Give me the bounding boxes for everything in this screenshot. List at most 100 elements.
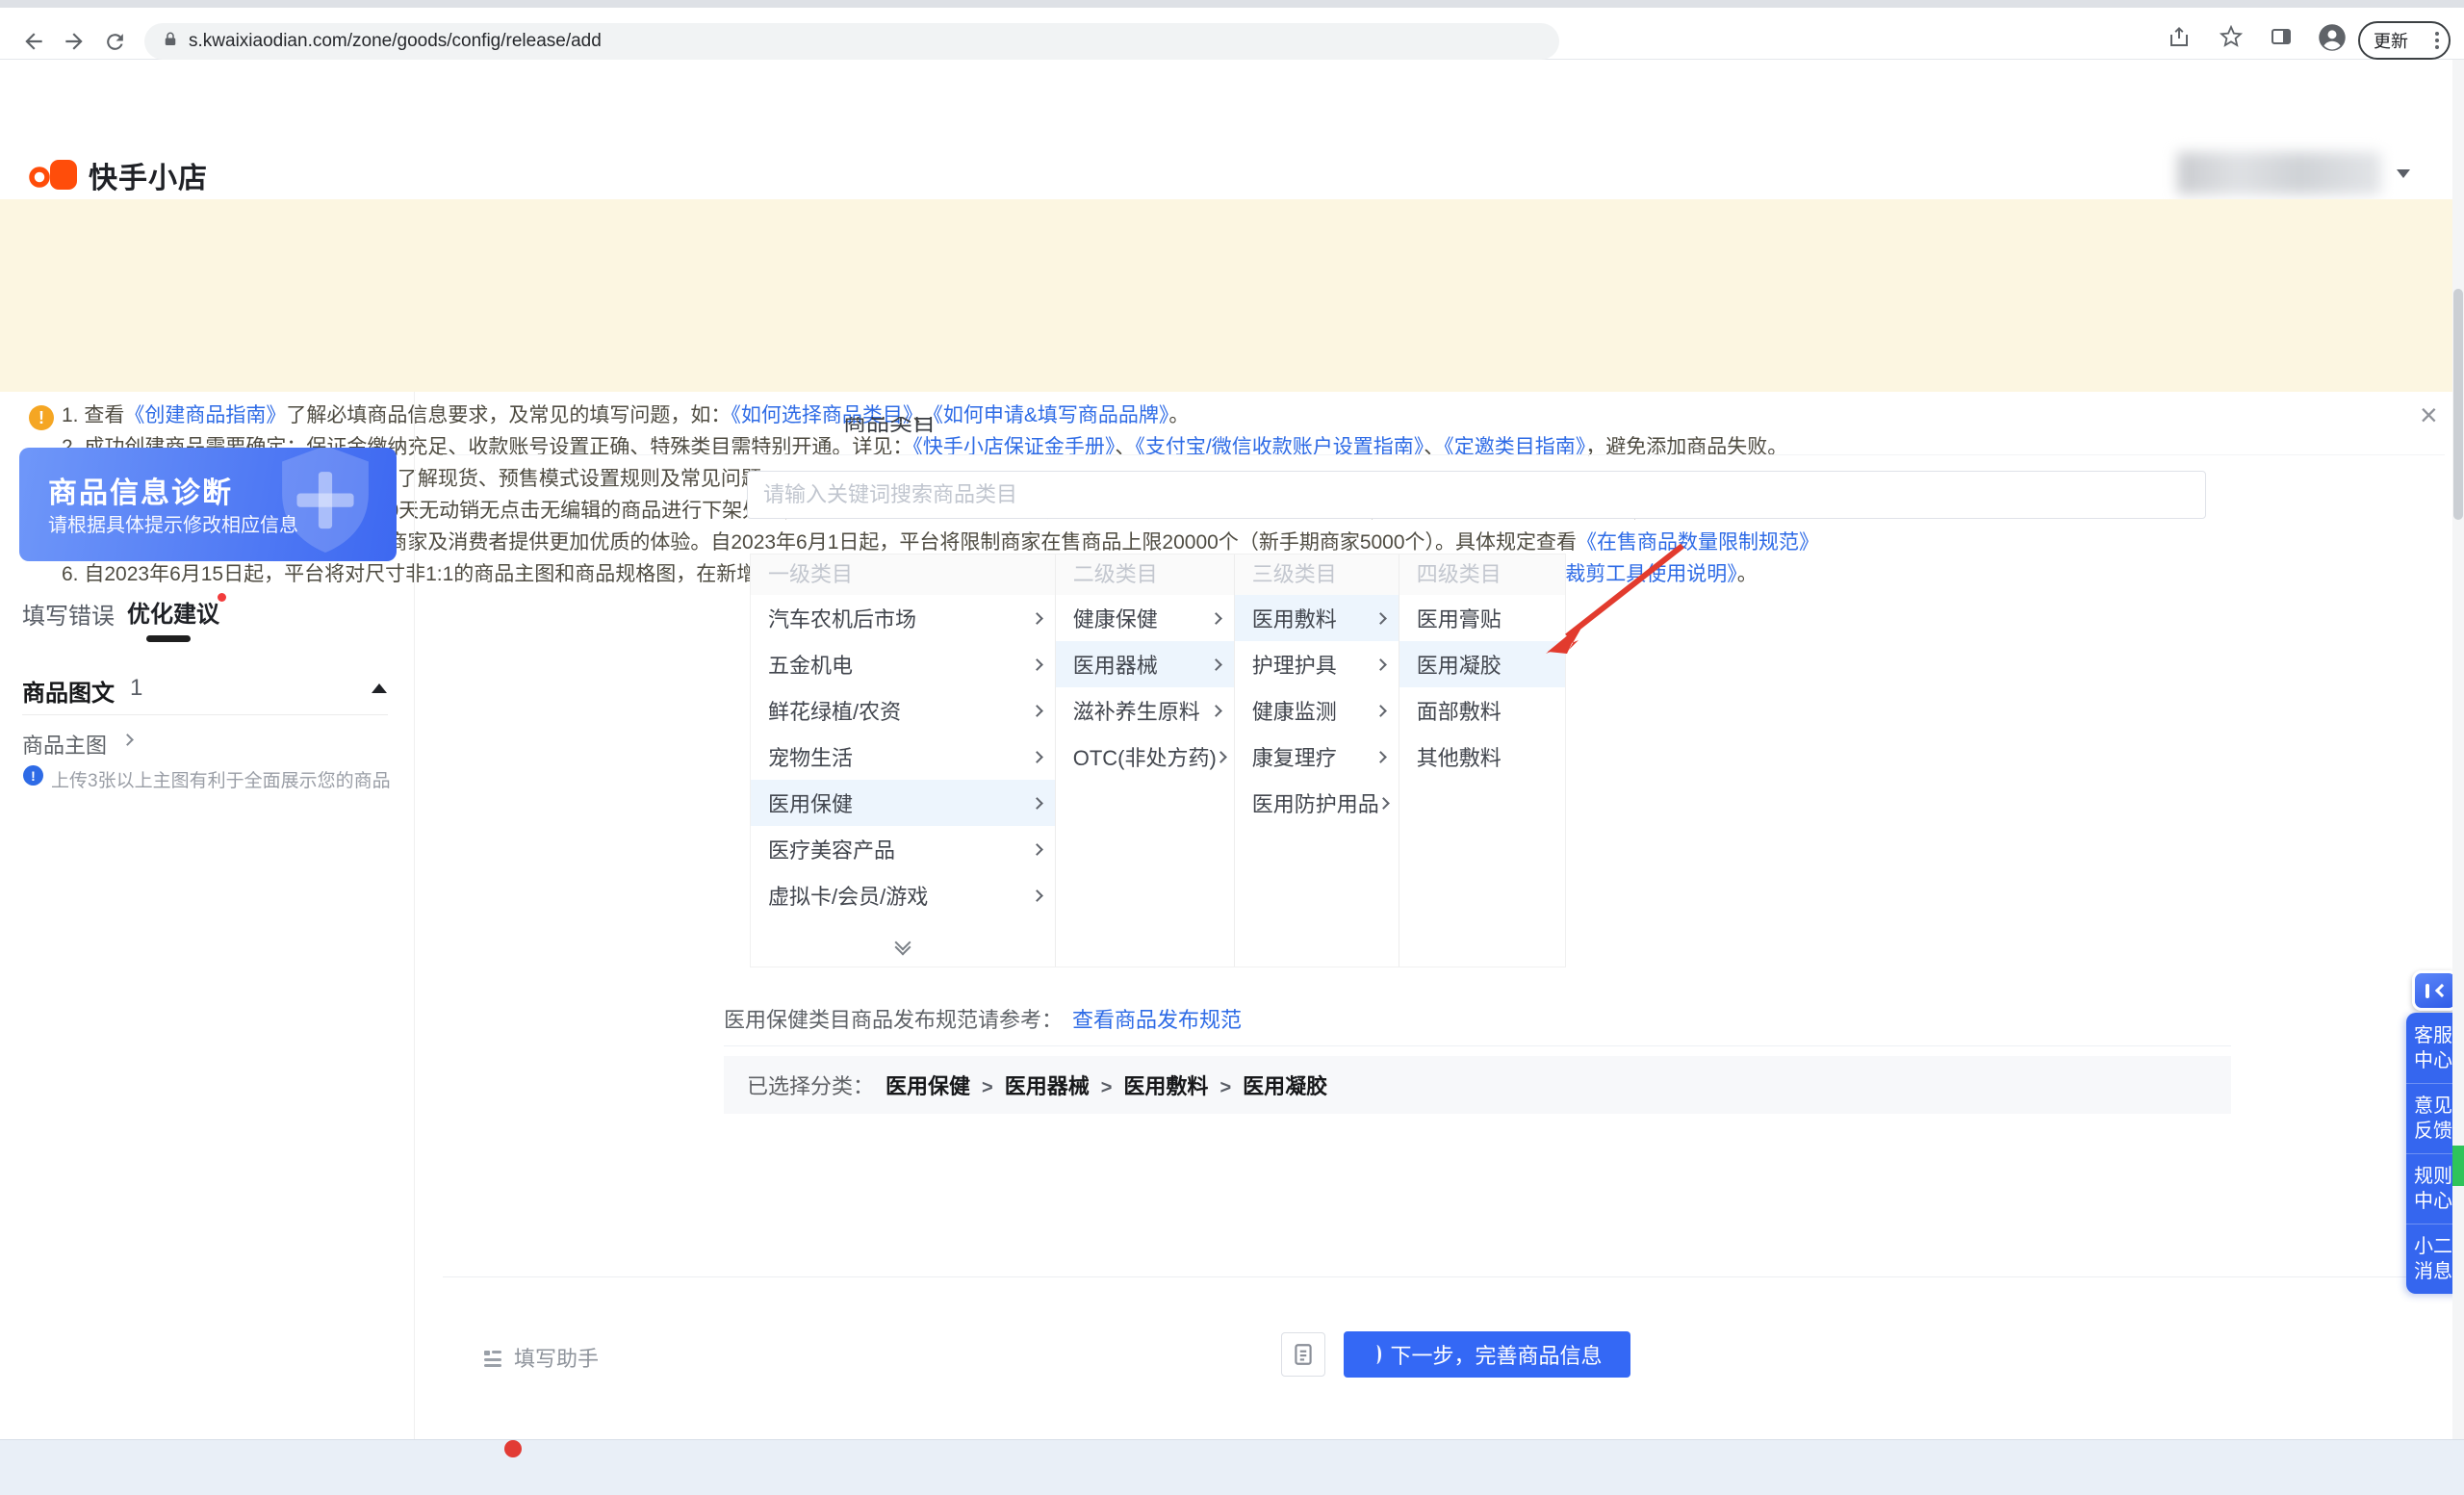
browser-tabstrip xyxy=(0,0,2464,8)
category-item[interactable]: OTC(非处方药) xyxy=(1056,734,1234,780)
fill-assistant-button[interactable]: 填写助手 xyxy=(481,1342,599,1373)
divider xyxy=(443,1276,2464,1277)
category-item[interactable]: 五金机电 xyxy=(751,641,1055,687)
chevron-right-icon xyxy=(1215,751,1227,763)
category-item[interactable]: 虚拟卡/会员/游戏 xyxy=(751,872,1055,918)
category-item[interactable]: 康复理疗 xyxy=(1235,734,1399,780)
category-item[interactable]: 鲜花绿植/农资 xyxy=(751,687,1055,734)
chevron-right-icon xyxy=(1031,843,1043,856)
category-item[interactable]: 医疗美容产品 xyxy=(751,826,1055,872)
back-icon[interactable] xyxy=(19,27,48,56)
chevron-right-icon xyxy=(1031,751,1043,763)
notification-dot xyxy=(218,593,226,602)
tab-optimize-suggestions[interactable]: 优化建议 xyxy=(127,595,219,629)
chevron-right-icon xyxy=(1210,612,1222,625)
brand-logo[interactable]: 快手小店 xyxy=(29,154,208,196)
chevron-right-icon xyxy=(1374,612,1387,625)
category-item[interactable]: 汽车农机后市场 xyxy=(751,595,1055,641)
notice-line: 1. 查看《创建商品指南》了解必填商品信息要求，及常见的填写问题，如：《如何选择… xyxy=(62,400,2391,431)
expand-more-button[interactable] xyxy=(751,922,1055,967)
chevron-right-icon xyxy=(1031,705,1043,717)
category-item[interactable]: 医用凝胶 xyxy=(1399,641,1565,687)
profile-avatar-icon[interactable] xyxy=(2318,23,2347,57)
cascader-column-header: 四级类目 xyxy=(1399,554,1565,595)
category-item[interactable]: 健康保健 xyxy=(1056,595,1234,641)
category-item[interactable]: 滋补养生原料 xyxy=(1056,687,1234,734)
cascader-column: 一级类目汽车农机后市场五金机电鲜花绿植/农资宠物生活医用保健医疗美容产品虚拟卡/… xyxy=(751,554,1056,967)
selected-category-bar: 已选择分类： 医用保健>医用器械>医用敷料>医用凝胶 xyxy=(724,1056,2231,1114)
screen: s.kwaixiaodian.com/zone/goods/config/rel… xyxy=(0,0,2464,1495)
clipped-form-label: 商品类目 xyxy=(843,417,1093,433)
chevron-right-icon xyxy=(1374,705,1387,717)
category-item[interactable]: 其他敷料 xyxy=(1399,734,1565,780)
tab-fill-errors[interactable]: 填写错误 xyxy=(22,597,115,631)
collapse-caret-icon[interactable] xyxy=(372,683,387,693)
category-cascader: 一级类目汽车农机后市场五金机电鲜花绿植/农资宠物生活医用保健医疗美容产品虚拟卡/… xyxy=(750,554,1566,967)
category-item[interactable]: 宠物生活 xyxy=(751,734,1055,780)
chevron-right-icon xyxy=(121,734,134,746)
category-item[interactable]: 护理护具 xyxy=(1235,641,1399,687)
scrollbar-track[interactable] xyxy=(2452,60,2464,1439)
sidebar-item-main-image[interactable]: 商品主图 xyxy=(22,729,107,760)
category-item[interactable]: 面部敷料 xyxy=(1399,687,1565,734)
section-product-media-title: 商品图文 xyxy=(22,674,115,708)
warning-icon: ! xyxy=(29,405,54,430)
category-item[interactable]: 医用器械 xyxy=(1056,641,1234,687)
bookmark-star-icon[interactable] xyxy=(2220,25,2243,53)
loading-arc-icon xyxy=(1372,1345,1381,1364)
browser-toolbar: s.kwaixiaodian.com/zone/goods/config/rel… xyxy=(0,8,2464,60)
account-dropdown-caret-icon[interactable] xyxy=(2397,169,2410,178)
selected-category: 医用凝胶 xyxy=(1243,1074,1327,1098)
banner-close-icon[interactable]: × xyxy=(2420,400,2438,430)
chevron-right-icon xyxy=(1031,658,1043,671)
divider xyxy=(724,1045,2231,1046)
windows-taskbar: 搜索 1 xyxy=(0,1439,2464,1495)
scrollbar-marker xyxy=(2452,1146,2464,1186)
side-panel-icon[interactable] xyxy=(2270,25,2293,53)
notice-link[interactable]: 《创建商品指南》 xyxy=(124,404,286,426)
view-publish-rules-link[interactable]: 查看商品发布规范 xyxy=(1072,1008,1242,1032)
category-search xyxy=(747,471,2206,519)
assistant-icon xyxy=(481,1346,504,1369)
chevron-right-icon xyxy=(1210,658,1222,671)
reload-icon[interactable] xyxy=(100,27,129,56)
section-count: 1 xyxy=(130,675,142,702)
active-tab-indicator xyxy=(146,635,191,642)
browser-update-button[interactable]: 更新 xyxy=(2358,21,2451,60)
diagnosis-card: 商品信息诊断 请根据具体提示修改相应信息 xyxy=(19,448,397,561)
category-item[interactable]: 医用保健 xyxy=(751,780,1055,826)
forward-icon[interactable] xyxy=(60,27,89,56)
category-item[interactable]: 医用防护用品 xyxy=(1235,780,1399,826)
next-step-button[interactable]: 下一步，完善商品信息 xyxy=(1344,1331,1630,1378)
save-draft-button[interactable] xyxy=(1281,1332,1325,1377)
divider xyxy=(22,714,388,715)
selected-category: 医用保健 xyxy=(886,1074,970,1098)
category-search-input[interactable] xyxy=(747,471,2206,519)
divider xyxy=(443,454,2445,455)
cascader-column: 四级类目医用膏贴医用凝胶面部敷料其他敷料 xyxy=(1399,554,1565,967)
chevron-right-icon xyxy=(1031,889,1043,902)
shield-plus-icon xyxy=(268,448,383,561)
cascader-column: 三级类目医用敷料护理护具健康监测康复理疗医用防护用品 xyxy=(1235,554,1399,967)
diagnosis-title: 商品信息诊断 xyxy=(48,469,233,511)
chevron-right-icon xyxy=(1031,797,1043,810)
share-icon[interactable] xyxy=(2168,25,2191,53)
selected-category: 医用敷料 xyxy=(1123,1074,1208,1098)
menu-kebab-icon[interactable] xyxy=(2435,32,2439,49)
lock-icon xyxy=(162,31,179,53)
category-item[interactable]: 健康监测 xyxy=(1235,687,1399,734)
upload-tip: 上传3张以上主图有利于全面展示您的商品 xyxy=(51,766,391,792)
category-item[interactable]: 医用膏贴 xyxy=(1399,595,1565,641)
assistant-robot-icon[interactable] xyxy=(2412,970,2458,1011)
selected-category: 医用器械 xyxy=(1005,1074,1090,1098)
category-item[interactable]: 医用敷料 xyxy=(1235,595,1399,641)
scrollbar-thumb[interactable] xyxy=(2453,289,2463,520)
account-info-blurred[interactable] xyxy=(2177,152,2381,194)
site-header: 快手小店 xyxy=(0,60,2464,199)
cascader-column-header: 二级类目 xyxy=(1056,554,1234,595)
cascader-column-header: 三级类目 xyxy=(1235,554,1399,595)
chevron-right-icon xyxy=(1031,612,1043,625)
divider xyxy=(414,392,415,1495)
notice-link[interactable]: 《在售商品数量限制规范》 xyxy=(1577,531,1819,554)
url-bar[interactable]: s.kwaixiaodian.com/zone/goods/config/rel… xyxy=(144,23,1559,60)
